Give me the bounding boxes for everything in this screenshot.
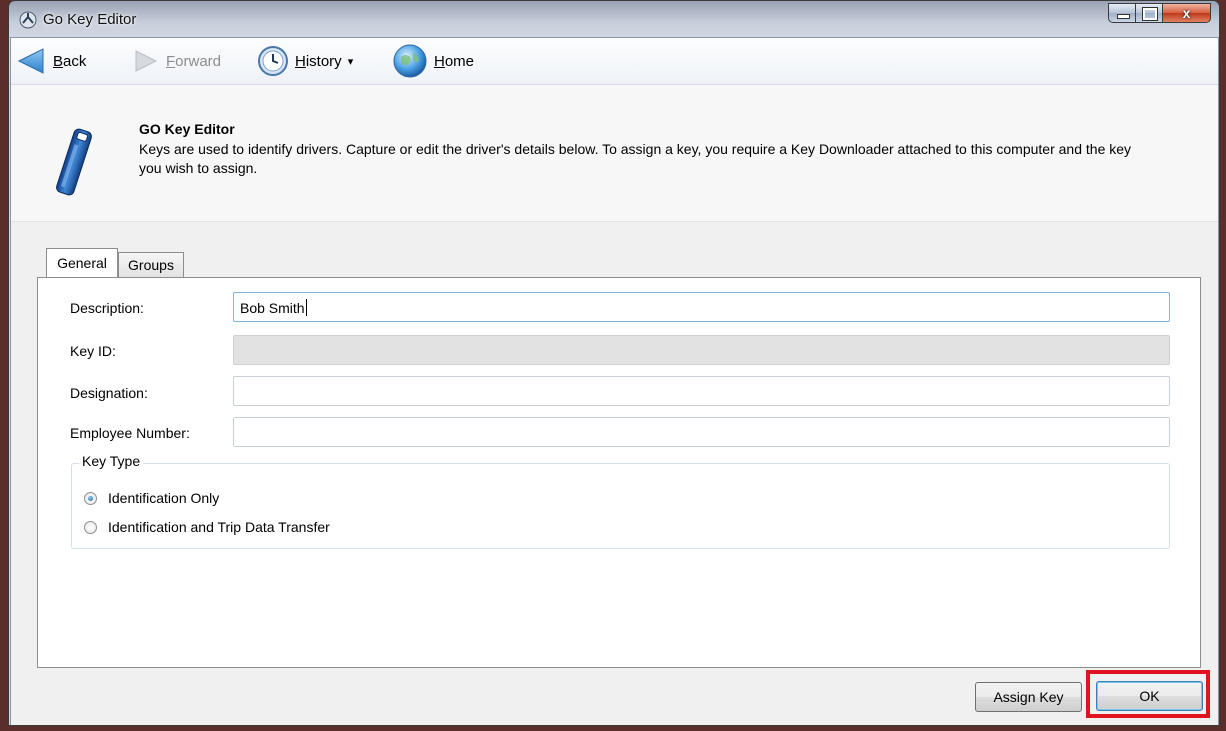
home-button[interactable]: Home bbox=[392, 38, 474, 84]
history-label: History bbox=[295, 52, 342, 70]
general-tab-panel: Description: Bob Smith Key ID: Designati… bbox=[37, 277, 1201, 668]
tab-general[interactable]: General bbox=[46, 248, 118, 277]
page-header: GO Key Editor Keys are used to identify … bbox=[11, 85, 1218, 222]
clock-icon bbox=[258, 46, 288, 76]
minimize-button[interactable] bbox=[1108, 3, 1136, 23]
employee-number-input[interactable] bbox=[233, 417, 1170, 447]
key-type-title: Key Type bbox=[79, 453, 144, 469]
maximize-button[interactable] bbox=[1136, 3, 1163, 23]
window-controls: x bbox=[1108, 3, 1211, 25]
globe-icon bbox=[393, 44, 427, 78]
tab-groups[interactable]: Groups bbox=[118, 252, 184, 277]
history-button[interactable]: History ▾ bbox=[257, 38, 353, 84]
chevron-down-icon: ▾ bbox=[347, 55, 354, 68]
app-icon bbox=[19, 11, 37, 29]
radio-label: Identification Only bbox=[108, 490, 220, 506]
app-window: Go Key Editor x Back Forward History ▾ H… bbox=[8, 0, 1220, 726]
description-input[interactable]: Bob Smith bbox=[233, 292, 1170, 322]
description-value: Bob Smith bbox=[240, 300, 305, 316]
back-label: Back bbox=[53, 52, 87, 70]
radio-button[interactable] bbox=[84, 520, 97, 534]
text-caret bbox=[305, 299, 307, 316]
forward-label: Forward bbox=[166, 52, 222, 70]
back-button[interactable]: Back bbox=[17, 38, 86, 84]
back-arrow-icon bbox=[17, 48, 44, 74]
title-bar[interactable]: Go Key Editor x bbox=[9, 1, 1219, 37]
forward-button[interactable]: Forward bbox=[134, 38, 221, 84]
close-icon: x bbox=[1182, 5, 1191, 21]
close-button[interactable]: x bbox=[1163, 3, 1211, 23]
page-title: GO Key Editor bbox=[139, 121, 235, 137]
assign-key-button[interactable]: Assign Key bbox=[975, 682, 1082, 712]
ok-button-highlight bbox=[1086, 670, 1210, 718]
window-title: Go Key Editor bbox=[43, 11, 137, 28]
key-id-label: Key ID: bbox=[70, 343, 116, 359]
radio-identification-and-trip-data-transfer[interactable]: Identification and Trip Data Transfer bbox=[84, 519, 330, 535]
employee-number-label: Employee Number: bbox=[70, 425, 190, 441]
radio-label: Identification and Trip Data Transfer bbox=[108, 519, 330, 535]
page-description: Keys are used to identify drivers. Captu… bbox=[139, 141, 1132, 176]
designation-input[interactable] bbox=[233, 376, 1170, 406]
radio-button-checked[interactable] bbox=[84, 491, 97, 505]
client-area: Back Forward History ▾ Home GO Key Edito… bbox=[10, 37, 1219, 725]
usb-key-icon bbox=[56, 128, 92, 196]
designation-label: Designation: bbox=[70, 385, 148, 401]
navigation-bar: Back Forward History ▾ Home bbox=[11, 38, 1218, 85]
forward-arrow-icon bbox=[135, 50, 158, 72]
key-id-field bbox=[233, 335, 1170, 365]
home-label: Home bbox=[434, 52, 475, 70]
description-label: Description: bbox=[70, 300, 144, 316]
key-type-group bbox=[71, 463, 1170, 549]
radio-identification-only[interactable]: Identification Only bbox=[84, 490, 219, 506]
